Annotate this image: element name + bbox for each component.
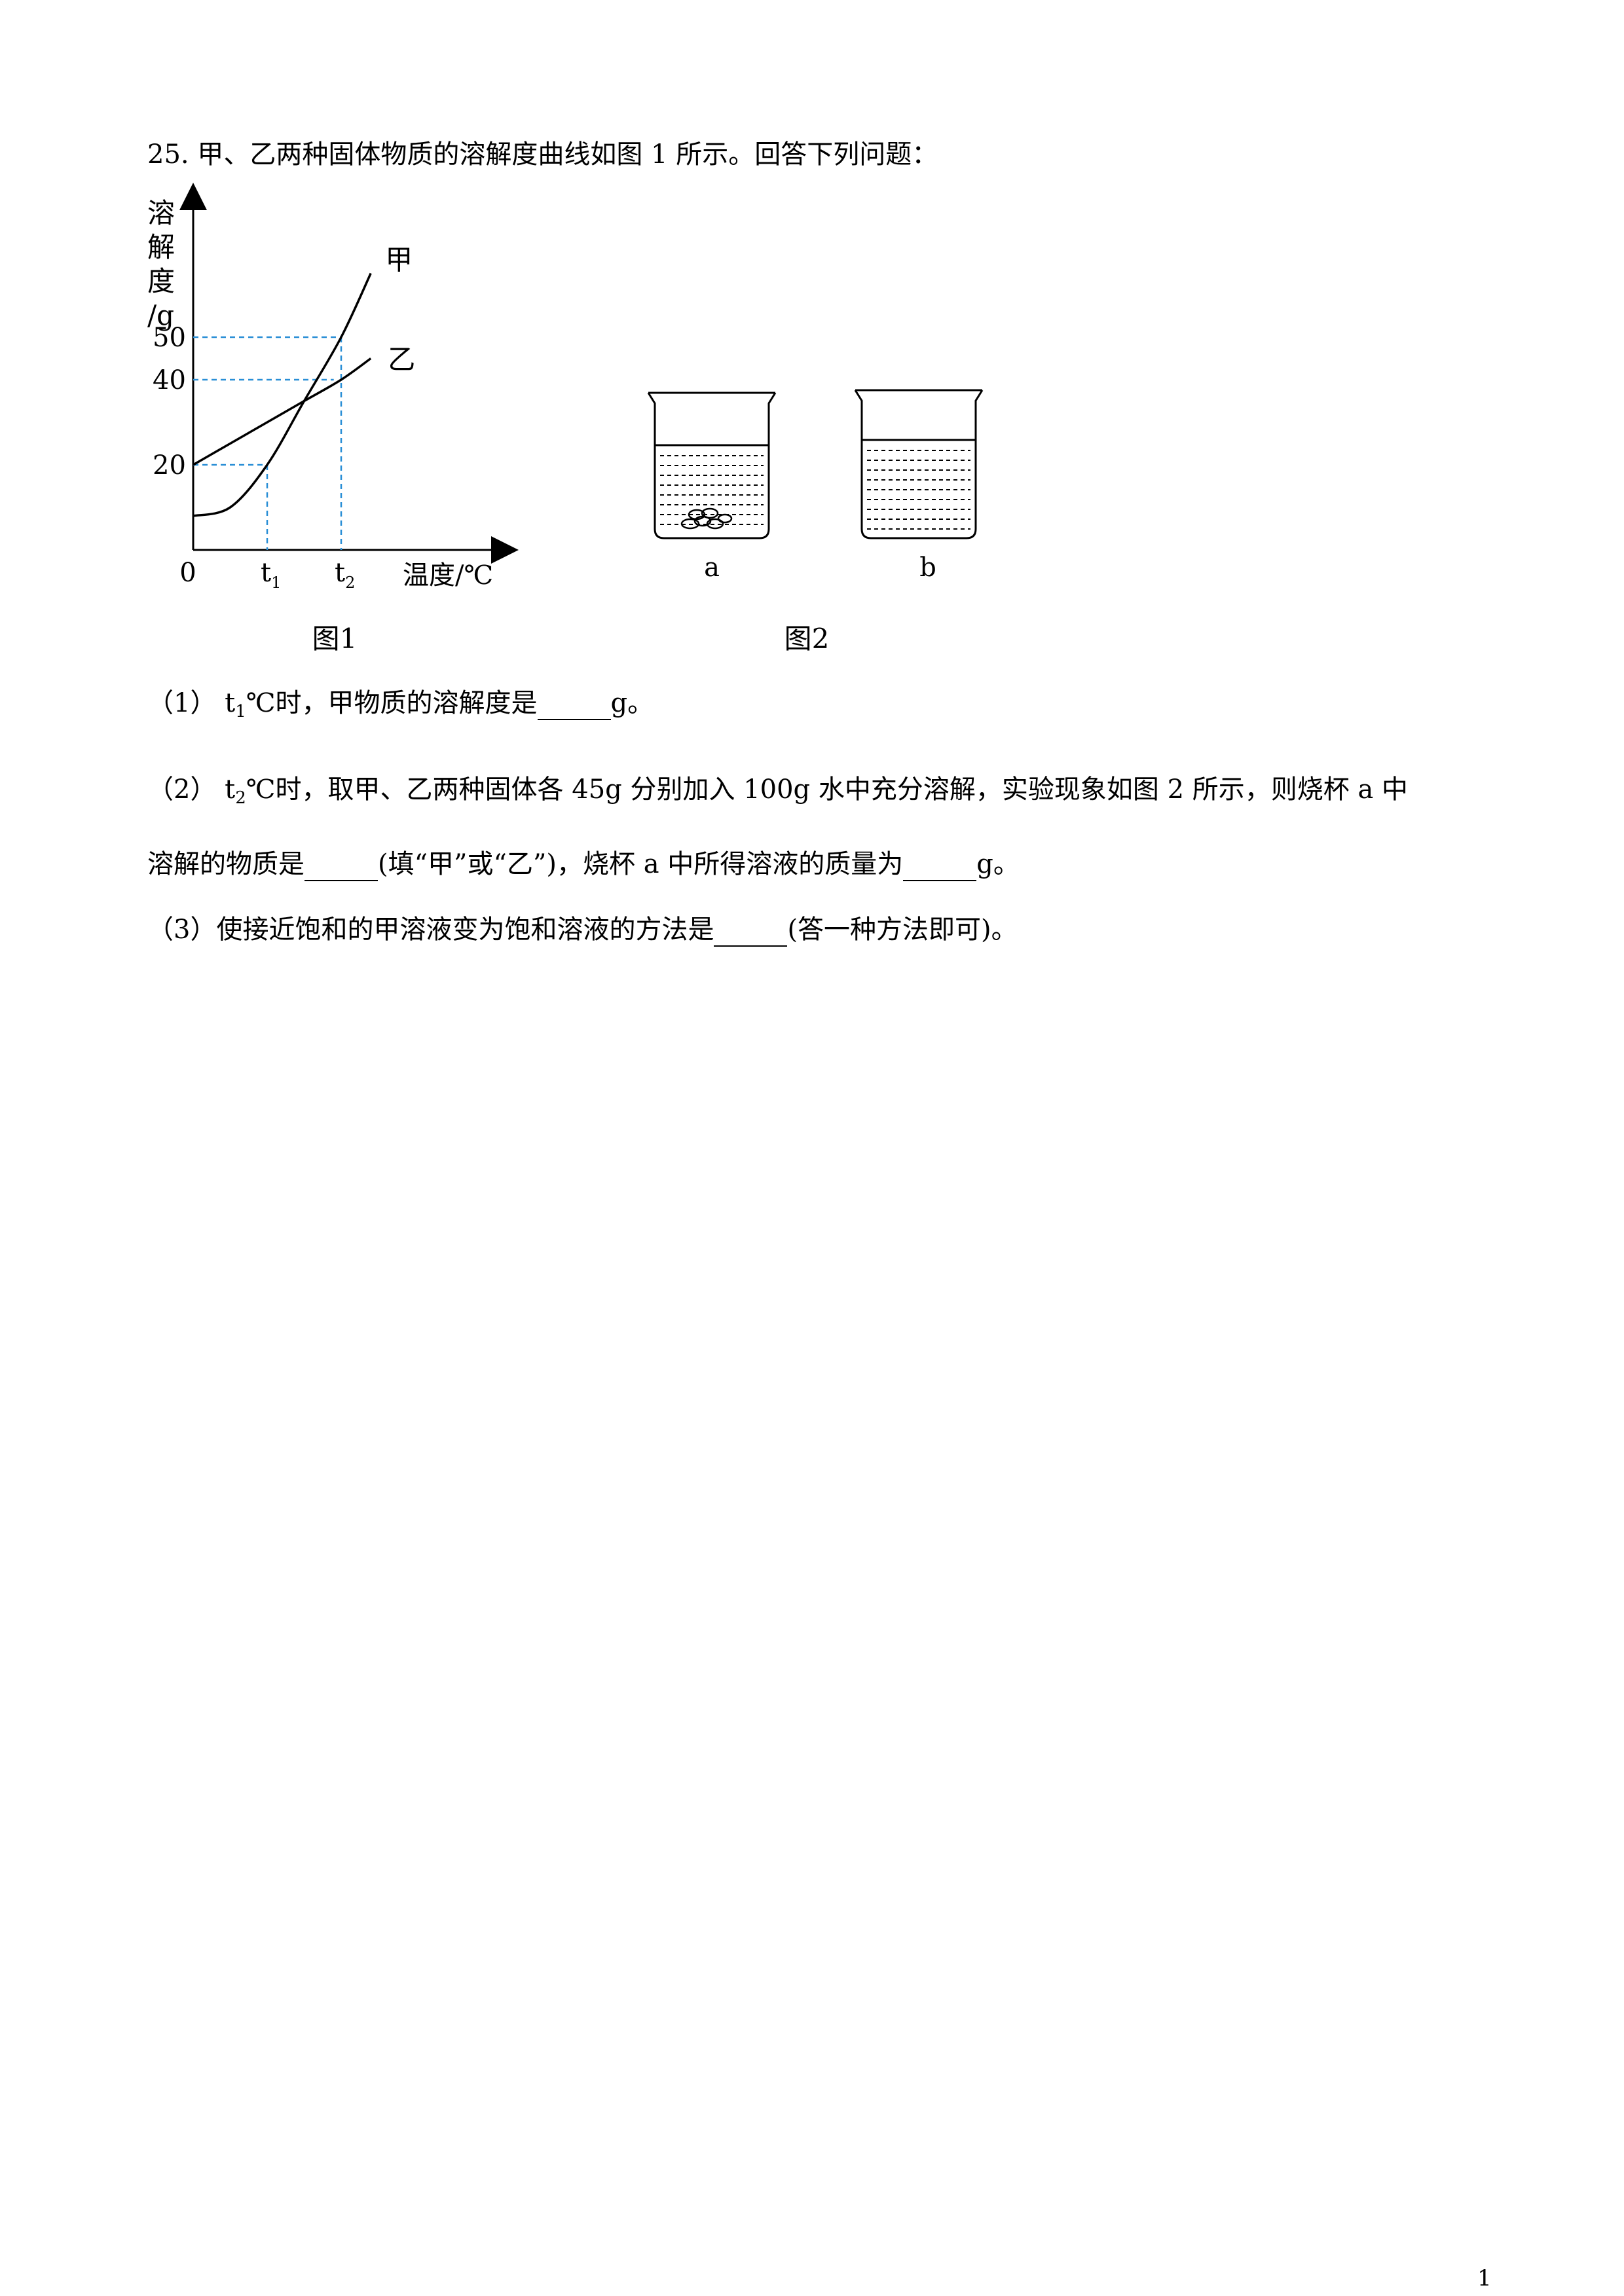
question-1: （1） t1℃时，甲物质的溶解度是 g。 bbox=[147, 687, 654, 721]
y-tick-label: 40 bbox=[153, 365, 186, 395]
undissolved-solid bbox=[680, 507, 733, 530]
y-axis-label: 溶解度/g bbox=[147, 197, 175, 331]
origin-label: 0 bbox=[179, 558, 196, 588]
beaker-a-solution bbox=[660, 455, 764, 525]
beaker-b-solution bbox=[867, 450, 970, 530]
figure1-caption: 图1 bbox=[312, 623, 358, 655]
y-tick-labels: 50 40 20 bbox=[153, 323, 186, 481]
beaker-b-label: b bbox=[919, 553, 936, 583]
y-tick-label: 20 bbox=[153, 450, 186, 481]
series-labels: 甲乙 bbox=[385, 244, 415, 376]
curves bbox=[193, 272, 372, 517]
beaker-b bbox=[854, 389, 984, 539]
answer-blank-1[interactable] bbox=[537, 687, 611, 720]
beakers-figure: a b 图2 bbox=[647, 389, 984, 655]
question-2-line2: 溶解的物质是 (填“甲”或“乙”)，烧杯 a 中所得溶液的质量为 g。 bbox=[147, 848, 1020, 881]
series-curve bbox=[193, 272, 372, 517]
beaker-a bbox=[647, 392, 777, 539]
figure2-caption: 图2 bbox=[784, 623, 830, 655]
answer-blank-3[interactable] bbox=[903, 848, 977, 881]
question-3: （3）使接近饱和的甲溶液变为饱和溶液的方法是 (答一种方法即可)。 bbox=[147, 914, 1018, 947]
question-2: （2） t2℃时，取甲、乙两种固体各 45g 分别加入 100g 水中充分溶解，… bbox=[147, 774, 1409, 808]
series-label: 乙 bbox=[388, 344, 415, 376]
beaker-a-label: a bbox=[704, 553, 720, 583]
x-axis-label: 温度/℃ bbox=[403, 560, 493, 591]
y-tick-label: 50 bbox=[153, 323, 186, 353]
x-tick-labels: t1 t2 bbox=[261, 558, 355, 592]
y-axis-label-char: 度 bbox=[147, 265, 175, 297]
answer-blank-4[interactable] bbox=[714, 914, 788, 947]
guide-lines bbox=[193, 336, 342, 550]
page-number: 1 bbox=[1477, 2265, 1492, 2291]
series-label: 甲 bbox=[385, 244, 413, 276]
question-title: 25. 甲、乙两种固体物质的溶解度曲线如图 1 所示。回答下列问题： bbox=[147, 139, 938, 170]
y-axis-label-char: 解 bbox=[147, 231, 175, 263]
y-axis-label-char: 溶 bbox=[147, 197, 175, 229]
x-tick-label: t1 bbox=[261, 558, 281, 592]
x-tick-label: t2 bbox=[335, 558, 355, 592]
solubility-chart: 溶解度/g 504020 t1 t2 0 温度/℃ 甲乙 图1 bbox=[147, 183, 519, 655]
series-curve bbox=[193, 357, 372, 466]
answer-blank-2[interactable] bbox=[304, 848, 378, 881]
